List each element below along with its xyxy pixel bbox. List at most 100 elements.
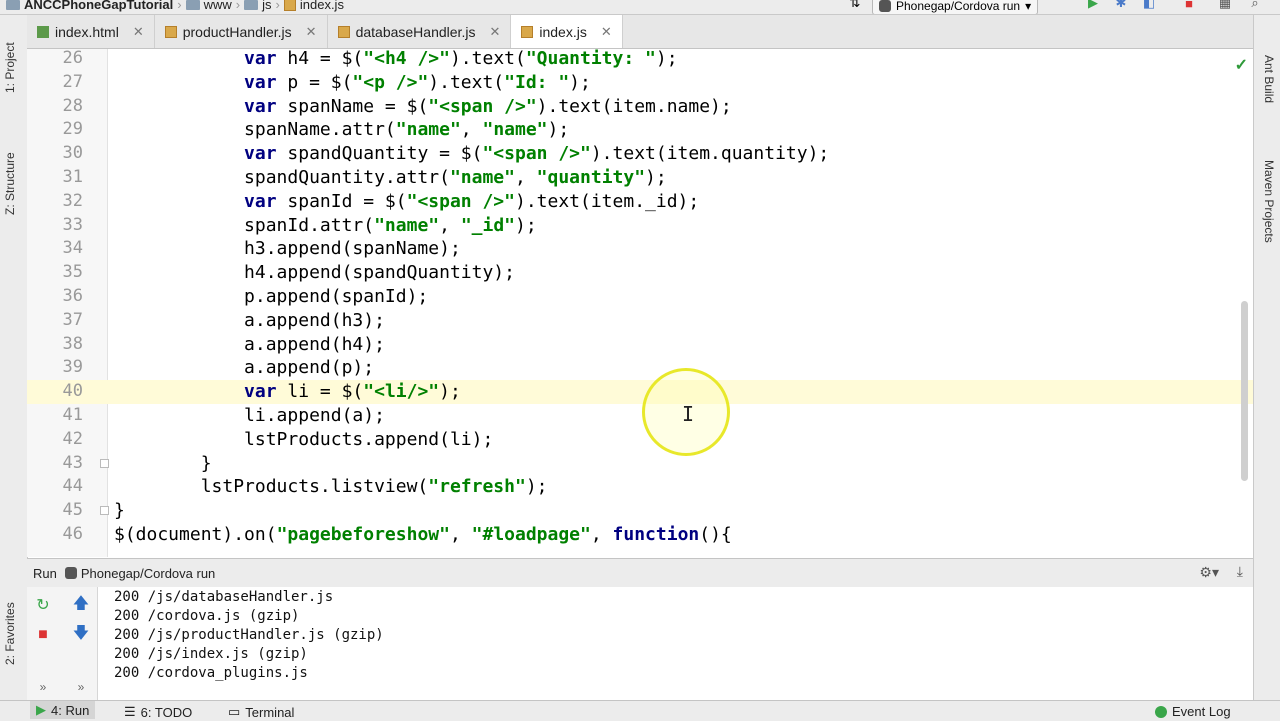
fold-marker-icon[interactable] bbox=[100, 506, 109, 516]
more-icon[interactable]: » bbox=[33, 677, 53, 697]
run-icon[interactable]: ▶ bbox=[1084, 0, 1102, 10]
close-icon[interactable]: ✕ bbox=[306, 24, 317, 40]
vertical-scrollbar[interactable] bbox=[1241, 301, 1248, 481]
folder-icon bbox=[244, 0, 259, 10]
maven-projects-tool-button[interactable]: Maven Projects bbox=[1262, 160, 1276, 243]
code-line[interactable]: 40 var li = $("<li/>"); bbox=[27, 380, 1253, 404]
todo-icon: ☰ bbox=[124, 704, 136, 719]
code-line[interactable]: 43 } bbox=[27, 452, 1253, 476]
line-number: 33 bbox=[62, 214, 83, 235]
code-editor[interactable]: 26 var h4 = $("<h4 />").text("Quantity: … bbox=[27, 49, 1253, 557]
sort-icon[interactable]: ⇅ bbox=[846, 0, 864, 10]
close-icon[interactable]: ✕ bbox=[601, 24, 612, 40]
favorites-tool-button[interactable]: 2: Favorites bbox=[3, 602, 17, 665]
ant-build-tool-button[interactable]: Ant Build bbox=[1262, 55, 1276, 103]
code-line[interactable]: 37 a.append(h3); bbox=[27, 309, 1253, 333]
event-log-label: Event Log bbox=[1172, 704, 1231, 719]
structure-icon[interactable]: ▦ bbox=[1216, 0, 1234, 10]
line-number: 39 bbox=[62, 357, 83, 378]
tab-database-handler[interactable]: databaseHandler.js ✕ bbox=[328, 15, 512, 48]
run-config-tab[interactable]: Phonegap/Cordova run bbox=[64, 565, 216, 581]
code-line[interactable]: 26 var h4 = $("<h4 />").text("Quantity: … bbox=[27, 49, 1253, 71]
line-number: 28 bbox=[62, 95, 83, 116]
event-log-tool-button[interactable]: Event Log bbox=[1155, 704, 1231, 719]
down-arrow-icon[interactable]: 🡇 bbox=[71, 625, 91, 645]
code-text: } bbox=[114, 500, 125, 522]
code-text: spanId.attr("name", "_id"); bbox=[114, 214, 537, 236]
console-line: 200 /cordova_plugins.js bbox=[114, 665, 308, 681]
stop-icon[interactable]: ■ bbox=[33, 625, 53, 645]
code-line[interactable]: 33 spanId.attr("name", "_id"); bbox=[27, 214, 1253, 238]
run-config-tab-label: Phonegap/Cordova run bbox=[80, 565, 216, 581]
code-line[interactable]: 31 spandQuantity.attr("name", "quantity"… bbox=[27, 166, 1253, 190]
stop-icon[interactable]: ■ bbox=[1180, 0, 1198, 11]
tab-label: index.js bbox=[539, 23, 587, 40]
breadcrumb: ANCCPhoneGapTutorial › www › js › index.… bbox=[6, 0, 344, 12]
code-text: spandQuantity.attr("name", "quantity"); bbox=[114, 167, 667, 188]
breadcrumb-file[interactable]: index.js bbox=[300, 0, 344, 12]
run-tool-button[interactable]: ▶ 4: Run bbox=[30, 701, 96, 719]
line-number: 43 bbox=[62, 452, 83, 473]
run-config-select[interactable]: Phonegap/Cordova run ▾ bbox=[872, 0, 1039, 14]
code-line[interactable]: 27 var p = $("<p />").text("Id: "); bbox=[27, 71, 1253, 95]
gear-icon[interactable]: ⚙▾ bbox=[1199, 564, 1219, 581]
breadcrumb-www[interactable]: www bbox=[204, 0, 232, 12]
breadcrumb-separator: › bbox=[235, 0, 241, 12]
code-text: var spanName = $("<span />").text(item.n… bbox=[244, 95, 732, 117]
code-line[interactable]: 39 a.append(p); bbox=[27, 356, 1253, 380]
code-line[interactable]: 42 lstProducts.append(li); bbox=[27, 428, 1253, 452]
code-line[interactable]: 44 lstProducts.listview("refresh"); bbox=[27, 475, 1253, 499]
up-arrow-icon[interactable]: 🡅 bbox=[71, 595, 91, 615]
js-file-icon bbox=[521, 25, 534, 38]
check-icon: ✓ bbox=[1234, 57, 1248, 74]
tab-index-js[interactable]: index.js ✕ bbox=[511, 15, 623, 48]
run-console[interactable]: 200 /js/databaseHandler.js 200 /cordova.… bbox=[98, 587, 1253, 700]
close-icon[interactable]: ✕ bbox=[489, 24, 500, 40]
editor-tab-bar: index.html ✕ productHandler.js ✕ databas… bbox=[27, 15, 1253, 49]
debug-icon[interactable]: ✱ bbox=[1112, 0, 1130, 10]
code-line[interactable]: 35 h4.append(spandQuantity); bbox=[27, 261, 1253, 285]
code-line[interactable]: 28 var spanName = $("<span />").text(ite… bbox=[27, 95, 1253, 119]
line-number: 31 bbox=[62, 167, 83, 187]
tab-label: index.html bbox=[55, 23, 119, 40]
code-text: h3.append(spanName); bbox=[114, 238, 461, 260]
todo-tool-button[interactable]: ☰ 6: TODO bbox=[124, 704, 192, 720]
code-line[interactable]: 46 $(document).on("pagebeforeshow", "#loa… bbox=[27, 523, 1253, 547]
breadcrumb-separator: › bbox=[177, 0, 182, 12]
breadcrumb-project[interactable]: ANCCPhoneGapTutorial bbox=[24, 0, 173, 12]
code-line[interactable]: 38 a.append(h4); bbox=[27, 333, 1253, 357]
tab-product-handler[interactable]: productHandler.js ✕ bbox=[155, 15, 328, 48]
fold-marker-icon[interactable] bbox=[100, 458, 109, 468]
breadcrumb-js[interactable]: js bbox=[262, 0, 271, 12]
left-tool-strip: 1: Project Z: Structure 2: Favorites bbox=[0, 15, 28, 700]
minimize-icon[interactable]: ⤓ bbox=[1237, 563, 1243, 580]
console-line: 200 /js/index.js (gzip) bbox=[114, 646, 308, 662]
cordova-icon bbox=[879, 0, 891, 12]
search-icon[interactable]: ⌕ bbox=[1246, 0, 1264, 10]
code-line[interactable]: 45} bbox=[27, 499, 1253, 523]
code-line[interactable]: 29 spanName.attr("name", "name"); bbox=[27, 118, 1253, 142]
more-icon[interactable]: » bbox=[71, 677, 91, 697]
code-line[interactable]: 32 var spanId = $("<span />").text(item.… bbox=[27, 190, 1253, 214]
terminal-tool-button[interactable]: ▭ Terminal bbox=[228, 704, 294, 720]
code-line[interactable]: 30 var spandQuantity = $("<span />").tex… bbox=[27, 142, 1253, 166]
line-number: 32 bbox=[62, 190, 83, 211]
run-tool-label: 4: Run bbox=[51, 702, 90, 718]
structure-tool-button[interactable]: Z: Structure bbox=[3, 152, 17, 215]
code-line[interactable]: 34 h3.append(spanName); bbox=[27, 237, 1253, 261]
code-text: a.append(h4); bbox=[114, 333, 385, 355]
line-number: 42 bbox=[62, 428, 83, 449]
console-line: 200 /cordova.js (gzip) bbox=[114, 608, 300, 624]
project-tool-button[interactable]: 1: Project bbox=[3, 42, 17, 93]
coverage-icon[interactable]: ◧ bbox=[1140, 0, 1158, 10]
project-folder-icon bbox=[6, 0, 20, 10]
tab-index-html[interactable]: index.html ✕ bbox=[27, 15, 155, 48]
close-icon[interactable]: ✕ bbox=[133, 24, 144, 40]
code-line[interactable]: 41 li.append(a); bbox=[27, 404, 1253, 428]
rerun-icon[interactable]: ↻ bbox=[33, 595, 53, 615]
code-text: var h4 = $("<h4 />").text("Quantity: "); bbox=[244, 49, 678, 69]
js-file-icon bbox=[337, 25, 350, 38]
console-line: 200 /js/databaseHandler.js bbox=[114, 589, 334, 605]
text-cursor-icon: I bbox=[682, 402, 695, 426]
code-line[interactable]: 36 p.append(spanId); bbox=[27, 285, 1253, 309]
